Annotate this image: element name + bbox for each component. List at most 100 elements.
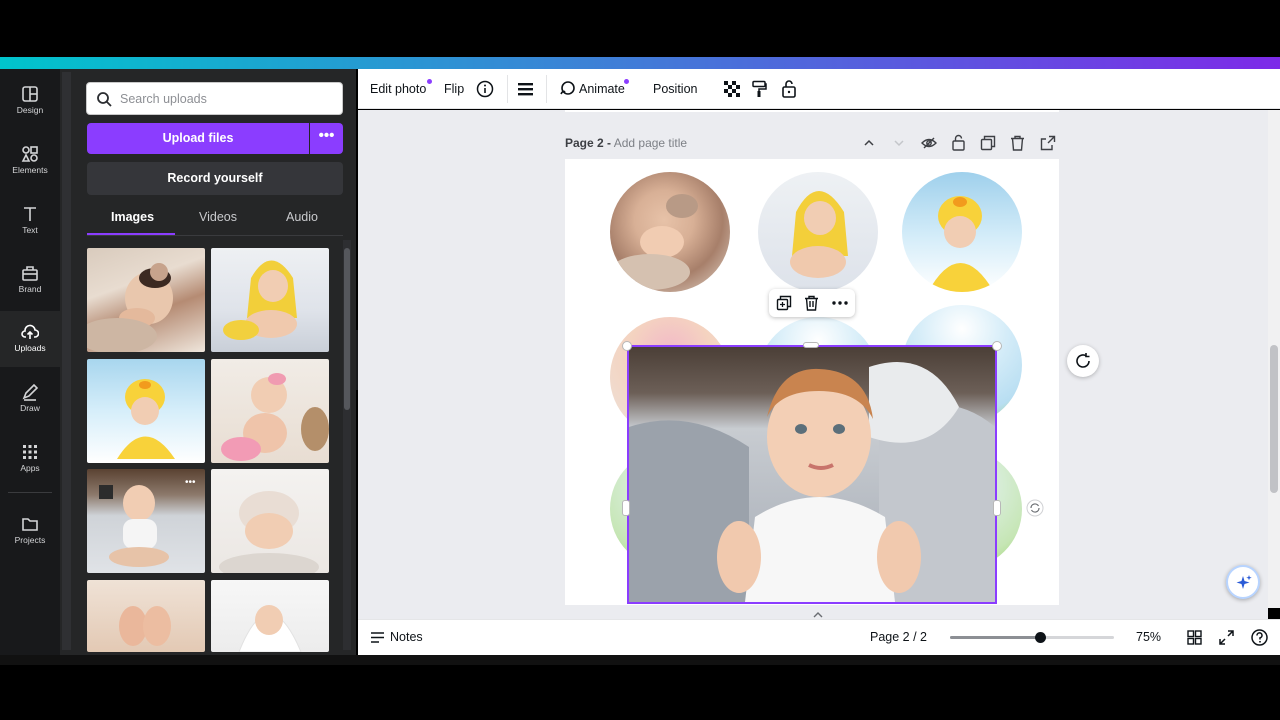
svg-text:•••: ••• <box>185 477 196 488</box>
transparency-icon[interactable] <box>724 81 740 97</box>
notes-icon[interactable] <box>370 631 385 644</box>
draw-icon <box>22 383 39 401</box>
resize-handle[interactable] <box>993 500 1001 516</box>
sparkle-icon <box>1236 575 1252 589</box>
zoom-slider-knob[interactable] <box>1035 632 1047 643</box>
rail-divider <box>8 492 52 493</box>
top-header-bar <box>0 57 1280 69</box>
tab-divider <box>87 235 343 236</box>
baby-photo-image <box>117 379 175 459</box>
zoom-slider[interactable] <box>950 632 1114 643</box>
grid-view-icon[interactable] <box>1187 630 1202 645</box>
rail-item-design[interactable]: Design <box>0 73 60 129</box>
trash-icon[interactable] <box>804 295 819 311</box>
baby-photo-image <box>219 491 319 573</box>
rail-label: Apps <box>20 463 40 473</box>
resize-handle[interactable] <box>622 500 630 516</box>
canvas-scrollbar-thumb[interactable] <box>1270 345 1278 493</box>
resize-handle[interactable] <box>803 342 819 348</box>
new-feature-dot <box>427 79 432 84</box>
rail-item-draw[interactable]: Draw <box>0 371 60 427</box>
rail-item-brand[interactable]: Brand <box>0 252 60 308</box>
rail-item-uploads[interactable]: Uploads <box>0 311 60 367</box>
info-icon[interactable] <box>476 80 494 98</box>
panel-scrollbar-thumb[interactable] <box>344 248 350 410</box>
tab-images[interactable]: Images <box>111 210 154 224</box>
baby-photo-image <box>629 362 995 602</box>
upload-files-button[interactable]: Upload files <box>87 123 309 154</box>
os-taskbar <box>0 655 1280 665</box>
move-page-up-icon[interactable] <box>862 136 876 150</box>
hide-page-icon[interactable] <box>921 135 937 151</box>
animate-icon[interactable] <box>558 80 576 98</box>
toolbar-divider <box>546 75 547 103</box>
tab-videos[interactable]: Videos <box>199 210 237 224</box>
border-style-icon[interactable] <box>517 81 534 97</box>
toolbar-divider <box>507 75 508 103</box>
upload-thumbnail[interactable] <box>211 580 329 652</box>
refresh-button[interactable] <box>1067 345 1099 377</box>
rail-item-projects[interactable]: Projects <box>0 503 60 559</box>
side-rail: Design Elements Text Brand Uploads Draw … <box>0 69 60 655</box>
tab-audio[interactable]: Audio <box>286 210 318 224</box>
rotate-icon[interactable] <box>1026 499 1044 517</box>
design-icon <box>22 86 38 102</box>
fullscreen-icon[interactable] <box>1219 630 1234 645</box>
page-title[interactable]: Page 2 - Add page title <box>565 136 687 150</box>
zoom-level[interactable]: 75% <box>1136 630 1161 644</box>
rail-label: Design <box>16 105 44 115</box>
upload-thumbnail[interactable] <box>211 248 329 352</box>
add-page-title[interactable]: Add page title <box>614 136 687 150</box>
baby-photo-image <box>119 606 171 646</box>
circle-photo-frame[interactable] <box>758 172 878 292</box>
position-button[interactable]: Position <box>653 82 697 96</box>
upload-thumbnail[interactable] <box>87 580 205 652</box>
rail-item-text[interactable]: Text <box>0 193 60 249</box>
apps-icon <box>23 445 37 459</box>
edit-photo-button[interactable]: Edit photo <box>370 82 426 96</box>
baby-photo-image <box>223 260 297 340</box>
duplicate-page-icon[interactable] <box>980 135 996 151</box>
flip-button[interactable]: Flip <box>444 82 464 96</box>
upload-more-button[interactable]: ••• <box>310 123 343 154</box>
rail-item-elements[interactable]: Elements <box>0 133 60 189</box>
new-feature-dot <box>624 79 629 84</box>
active-tab-indicator <box>87 233 175 235</box>
delete-page-icon[interactable] <box>1010 135 1025 151</box>
add-page-icon[interactable] <box>1040 135 1056 151</box>
circle-photo-frame[interactable] <box>902 172 1022 292</box>
upload-thumbnail[interactable] <box>211 359 329 463</box>
upload-thumbnail[interactable] <box>87 248 205 352</box>
resize-handle[interactable] <box>992 341 1002 351</box>
folder-icon <box>22 518 38 531</box>
search-placeholder: Search uploads <box>120 92 207 106</box>
notes-button[interactable]: Notes <box>390 630 423 644</box>
move-page-down-icon[interactable] <box>892 136 906 150</box>
brand-icon <box>22 266 38 281</box>
upload-thumbnail[interactable]: ••• <box>87 469 205 573</box>
upload-thumbnail[interactable] <box>87 359 205 463</box>
rail-item-apps[interactable]: Apps <box>0 431 60 487</box>
rail-label: Brand <box>18 284 42 294</box>
search-input[interactable]: Search uploads <box>86 82 343 115</box>
animate-button[interactable]: Animate <box>579 82 625 96</box>
chevron-up-icon[interactable] <box>812 611 824 619</box>
baby-photo-image <box>87 263 173 352</box>
record-yourself-button[interactable]: Record yourself <box>87 162 343 195</box>
selected-photo[interactable] <box>627 345 997 604</box>
search-icon <box>97 92 112 107</box>
upload-thumbnail[interactable] <box>211 469 329 573</box>
resize-handle[interactable] <box>622 341 632 351</box>
lock-page-icon[interactable] <box>951 134 966 151</box>
text-icon <box>24 207 36 221</box>
lock-icon[interactable] <box>781 79 797 98</box>
more-options-icon[interactable] <box>832 301 848 305</box>
copy-style-icon[interactable] <box>751 80 767 98</box>
rail-label: Projects <box>14 535 46 545</box>
page-indicator[interactable]: Page 2 / 2 <box>870 630 927 644</box>
circle-photo-frame[interactable] <box>610 172 730 292</box>
baby-photo-image <box>238 605 302 652</box>
help-icon[interactable] <box>1251 629 1268 646</box>
magic-assistant-button[interactable] <box>1226 565 1260 599</box>
duplicate-icon[interactable] <box>776 295 792 311</box>
